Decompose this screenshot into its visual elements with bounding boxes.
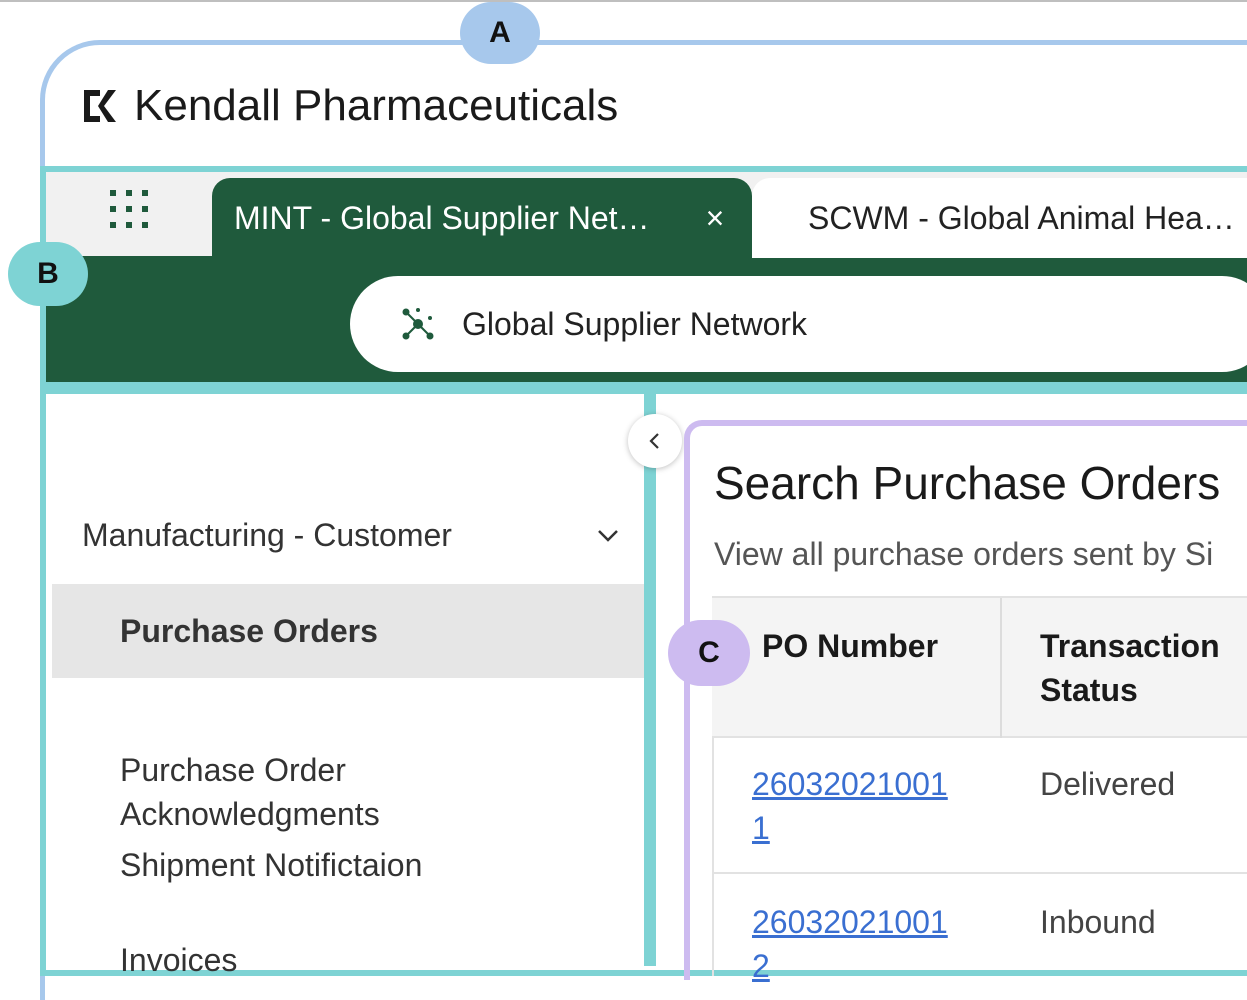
annotation-badge-a: A	[460, 2, 540, 64]
top-border	[0, 0, 1247, 2]
column-header-po-number[interactable]: PO Number	[762, 624, 938, 668]
annotation-badge-b: B	[8, 242, 88, 306]
sidebar-section-label: Manufacturing - Customer	[82, 516, 452, 553]
brand-header: Kendall Pharmaceuticals	[80, 78, 618, 134]
sidebar-item-label: Invoices	[120, 942, 238, 978]
column-header-transaction-status[interactable]: Transaction Status	[1040, 624, 1220, 712]
sidebar-section-manufacturing[interactable]: Manufacturing - Customer	[82, 510, 622, 560]
sidebar-item-invoices[interactable]: Invoices	[52, 938, 644, 982]
sidebar-item-label: Shipment Notifictaion	[120, 847, 423, 883]
annotation-divider	[46, 382, 1247, 394]
column-divider	[1000, 598, 1002, 738]
po-number-link[interactable]: 260320210011	[752, 762, 952, 850]
chevron-down-icon[interactable]	[594, 521, 622, 549]
page-description: View all purchase orders sent by Si	[714, 536, 1214, 572]
company-name: Kendall Pharmaceuticals	[134, 81, 619, 130]
page-title: Search Purchase Orders	[714, 457, 1221, 509]
sidebar-item-label: Purchase Order Acknowledgments	[120, 752, 380, 832]
sidebar-item-po-acknowledgments[interactable]: Purchase Order Acknowledgments	[52, 704, 644, 836]
annotation-badge-c: C	[668, 620, 750, 686]
row-divider	[712, 872, 1247, 874]
transaction-status: Delivered	[1040, 766, 1176, 802]
collapse-sidebar-button[interactable]	[628, 414, 682, 468]
sidebar-item-purchase-orders[interactable]: Purchase Orders	[52, 584, 644, 678]
transaction-status: Inbound	[1040, 904, 1156, 940]
sidebar-item-shipment-notification[interactable]: Shipment Notifictaion	[52, 843, 644, 887]
sidebar-divider	[644, 394, 656, 966]
sidebar-item-label: Purchase Orders	[120, 613, 378, 649]
chevron-left-icon	[649, 433, 659, 449]
kendall-logo-icon	[84, 90, 116, 122]
po-number-link[interactable]: 260320210012	[752, 900, 952, 988]
